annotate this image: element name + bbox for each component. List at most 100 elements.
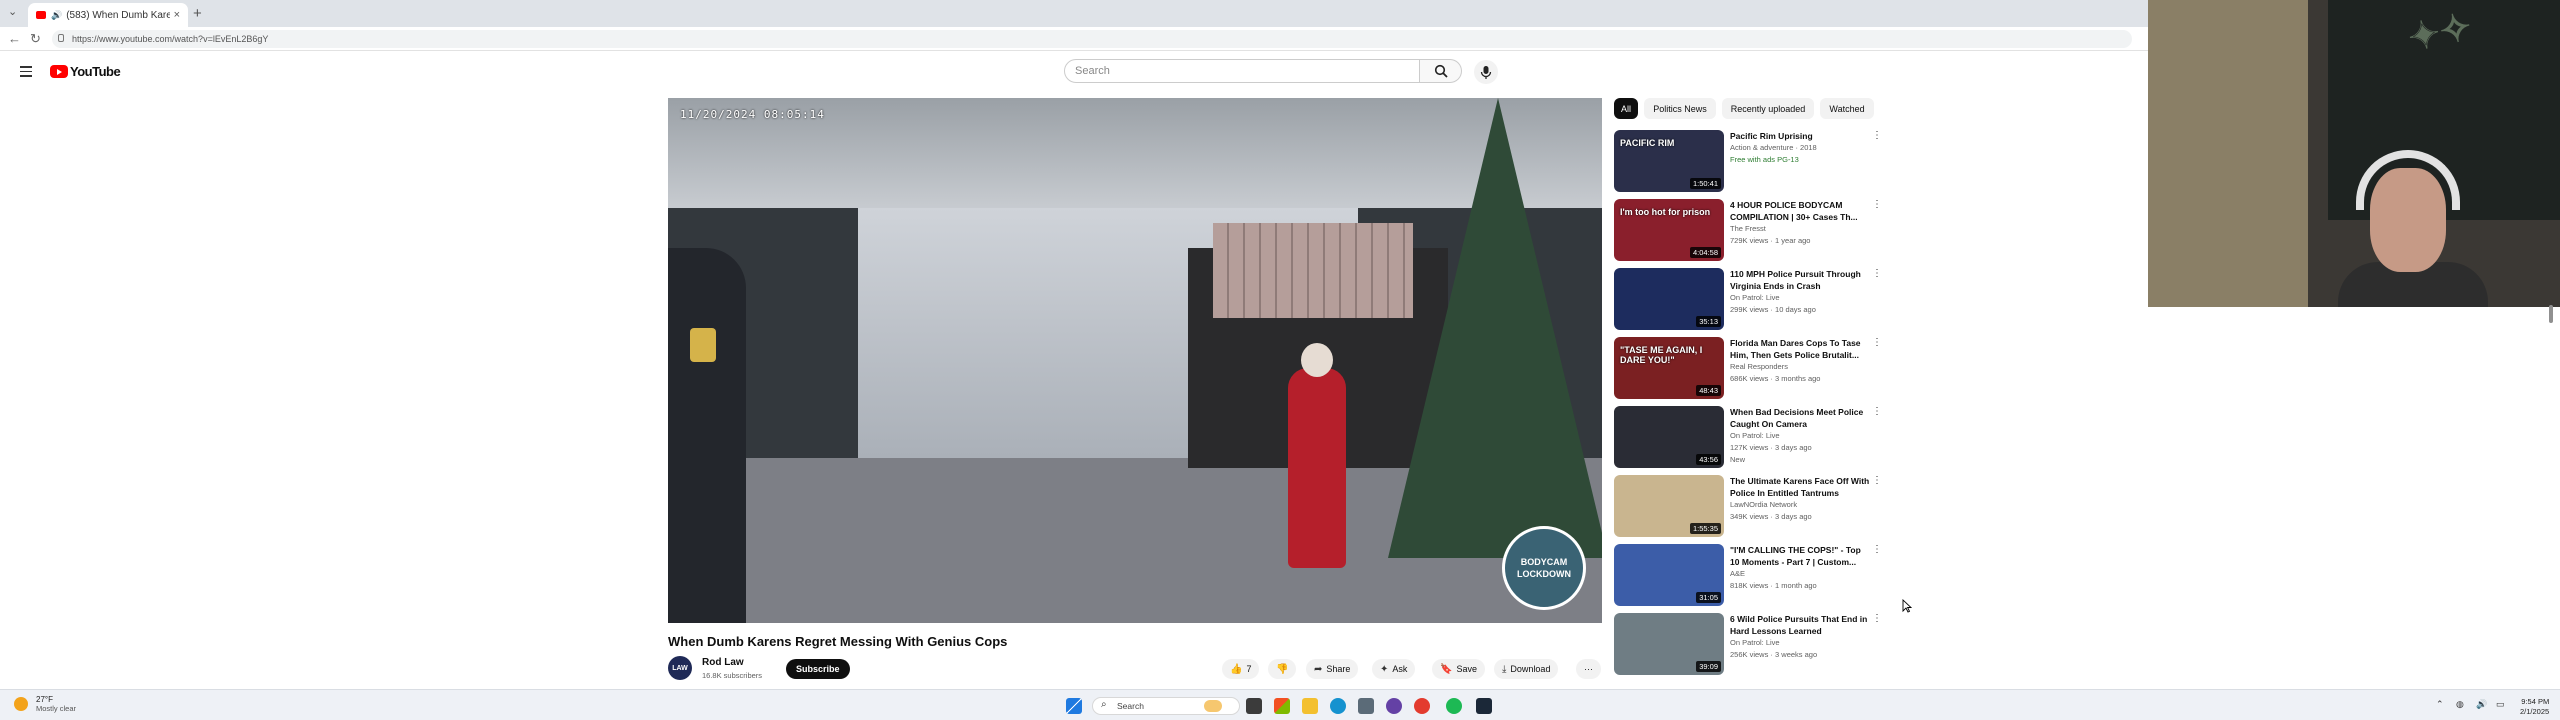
recommendation-title[interactable]: 110 MPH Police Pursuit Through Virginia … <box>1730 268 1870 292</box>
back-icon[interactable]: ← <box>8 31 21 46</box>
page-scrollbar[interactable] <box>2549 305 2553 323</box>
video-scene-officer <box>668 248 746 623</box>
share-icon: ➦ <box>1314 663 1323 675</box>
start-icon[interactable] <box>1066 698 1082 714</box>
ask-button[interactable]: ✦ Ask <box>1372 659 1416 679</box>
video-player[interactable]: 11/20/2024 08:05:14 BODYCAM LOCKDOWN <box>668 98 1602 623</box>
more-options-icon[interactable]: ⋮ <box>1872 337 1882 348</box>
subscribe-button[interactable]: Subscribe <box>786 659 850 679</box>
duration-badge: 4:04:58 <box>1689 247 1721 258</box>
steam-icon[interactable] <box>1476 698 1492 714</box>
battery-icon[interactable]: ▭ <box>2496 699 2505 710</box>
volume-icon[interactable]: 🔊 <box>2476 699 2487 710</box>
weather-widget[interactable]: 27°F Mostly clear <box>14 695 76 713</box>
recommendation-item[interactable]: 43:56 When Bad Decisions Meet Police Caug… <box>1614 406 1884 470</box>
download-button[interactable]: ⤓ Download <box>1494 659 1559 679</box>
more-options-icon[interactable]: ⋮ <box>1872 406 1882 417</box>
recommendation-item[interactable]: 35:13 110 MPH Police Pursuit Through Virg… <box>1614 268 1884 332</box>
recommendation-title[interactable]: "I'M CALLING THE COPS!" - Top 10 Moments… <box>1730 544 1870 568</box>
audio-playing-icon[interactable]: 🔊 <box>51 10 62 21</box>
recommendation-channel[interactable]: On Patrol: Live <box>1730 638 1780 647</box>
video-thumbnail[interactable]: 39:09 <box>1614 613 1724 675</box>
recommendation-stats: 299K views · 10 days ago <box>1730 305 1816 314</box>
recommendation-item[interactable]: 31:05 "I'M CALLING THE COPS!" - Top 10 Mo… <box>1614 544 1884 608</box>
lock-icon[interactable] <box>58 34 64 42</box>
recommendation-channel[interactable]: On Patrol: Live <box>1730 431 1780 440</box>
app-icon-purple[interactable] <box>1386 698 1402 714</box>
more-options-icon[interactable]: ⋮ <box>1872 544 1882 555</box>
weather-icon <box>14 697 28 711</box>
more-options-icon[interactable]: ⋮ <box>1872 199 1882 210</box>
like-button[interactable]: 👍 7 <box>1222 659 1260 679</box>
channel-avatar[interactable]: LAW <box>668 656 692 680</box>
recommendation-channel[interactable]: Real Responders <box>1730 362 1788 371</box>
recommendation-title[interactable]: Florida Man Dares Cops To Tase Him, Then… <box>1730 337 1870 361</box>
video-thumbnail[interactable]: 31:05 <box>1614 544 1724 606</box>
recommendation-title[interactable]: When Bad Decisions Meet Police Caught On… <box>1730 406 1870 430</box>
recommendation-channel[interactable]: Action & adventure · 2018 <box>1730 143 1817 152</box>
save-button[interactable]: 🔖 Save <box>1432 659 1485 679</box>
windows-taskbar: 27°F Mostly clear Search ⌃ ◍ 🔊 ▭ 9:54 PM… <box>0 689 2560 720</box>
recommendation-item[interactable]: 39:09 6 Wild Police Pursuits That End in … <box>1614 613 1884 677</box>
recommendation-badge: New <box>1730 455 1746 464</box>
tray-chevron-icon[interactable]: ⌃ <box>2436 699 2444 710</box>
recommendation-title[interactable]: 6 Wild Police Pursuits That End in Hard … <box>1730 613 1870 637</box>
recommendation-title[interactable]: Pacific Rim Uprising <box>1730 130 1870 142</box>
tab-list-icon[interactable]: ⌄ <box>8 5 17 18</box>
search-button[interactable] <box>1420 59 1462 83</box>
taskbar-clock[interactable]: 9:54 PM 2/1/2025 <box>2520 697 2549 717</box>
file-explorer-icon[interactable] <box>1302 698 1318 714</box>
reload-icon[interactable]: ↻ <box>30 31 41 47</box>
chip-all[interactable]: All <box>1614 98 1638 119</box>
clock-date: 2/1/2025 <box>2520 707 2550 716</box>
recommendation-channel[interactable]: On Patrol: Live <box>1730 293 1780 302</box>
new-tab-button[interactable]: + <box>193 5 202 22</box>
weather-condition: Mostly clear <box>36 704 77 713</box>
video-thumbnail[interactable]: 1:55:35 <box>1614 475 1724 537</box>
spotify-icon[interactable] <box>1446 698 1462 714</box>
network-icon[interactable]: ◍ <box>2456 699 2464 710</box>
tab-close-icon[interactable]: × <box>174 9 180 21</box>
recommendation-item[interactable]: PACIFIC RIM 1:50:41 Pacific Rim Uprising Ac… <box>1614 130 1884 194</box>
recommendation-item[interactable]: 1:55:35 The Ultimate Karens Face Off With… <box>1614 475 1884 539</box>
menu-icon[interactable] <box>20 66 32 80</box>
more-options-icon[interactable]: ⋮ <box>1872 475 1882 486</box>
recommendation-channel[interactable]: A&E <box>1730 569 1745 578</box>
browser-tab[interactable]: 🔊 (583) When Dumb Karens Re... × <box>28 3 188 27</box>
chrome-icon[interactable] <box>1414 698 1430 714</box>
duration-badge: 48:43 <box>1696 385 1721 396</box>
chip-politics-news[interactable]: Politics News <box>1644 98 1716 119</box>
video-thumbnail[interactable]: 43:56 <box>1614 406 1724 468</box>
recommendation-channel[interactable]: LawNOrdia Network <box>1730 500 1797 509</box>
recommendation-channel[interactable]: The Fresst <box>1730 224 1766 233</box>
search-input[interactable]: Search <box>1064 59 1420 83</box>
more-options-icon[interactable]: ⋮ <box>1872 130 1882 141</box>
more-actions-button[interactable]: ··· <box>1576 659 1601 679</box>
chip-recently-uploaded[interactable]: Recently uploaded <box>1722 98 1814 119</box>
channel-name[interactable]: Rod Law <box>702 657 744 668</box>
store-icon[interactable] <box>1358 698 1374 714</box>
mouse-cursor-icon <box>1902 599 1912 613</box>
more-options-icon[interactable]: ⋮ <box>1872 268 1882 279</box>
voice-search-button[interactable] <box>1474 60 1498 84</box>
tab-title: (583) When Dumb Karens Re... <box>66 9 170 21</box>
copilot-icon[interactable] <box>1274 698 1290 714</box>
recommendation-item[interactable]: "TASE ME AGAIN, I DARE YOU!" 48:43 Florida… <box>1614 337 1884 401</box>
share-button[interactable]: ➦ Share <box>1306 659 1359 679</box>
dislike-button[interactable]: 👎 <box>1268 659 1297 679</box>
video-thumbnail[interactable]: 35:13 <box>1614 268 1724 330</box>
recommendation-title[interactable]: 4 HOUR POLICE BODYCAM COMPILATION | 30+ … <box>1730 199 1870 223</box>
task-view-icon[interactable] <box>1246 698 1262 714</box>
more-options-icon[interactable]: ⋮ <box>1872 613 1882 624</box>
youtube-logo[interactable]: YouTube <box>50 64 121 79</box>
recommendation-title[interactable]: The Ultimate Karens Face Off With Police… <box>1730 475 1870 499</box>
url-field[interactable]: https://www.youtube.com/watch?v=lEvEnL2B… <box>52 30 2132 48</box>
thumbs-down-icon: 👎 <box>1276 663 1289 675</box>
edge-icon[interactable] <box>1330 698 1346 714</box>
video-thumbnail[interactable]: I'm too hot for prison 4:04:58 <box>1614 199 1724 261</box>
recommendation-item[interactable]: I'm too hot for prison 4:04:58 4 HOUR POLI… <box>1614 199 1884 263</box>
chip-watched[interactable]: Watched <box>1820 98 1874 119</box>
weather-temp: 27°F <box>36 695 53 704</box>
video-thumbnail[interactable]: "TASE ME AGAIN, I DARE YOU!" 48:43 <box>1614 337 1724 399</box>
video-thumbnail[interactable]: PACIFIC RIM 1:50:41 <box>1614 130 1724 192</box>
